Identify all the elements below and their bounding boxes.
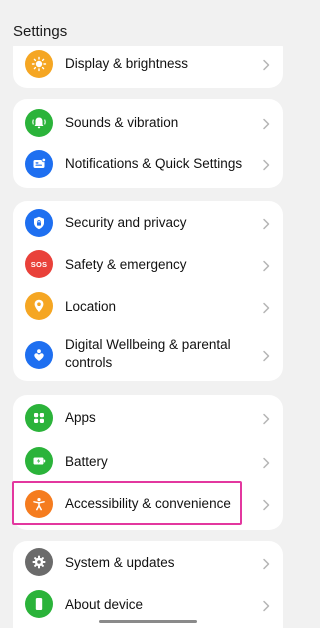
settings-card-sound-notifications: Sounds & vibration Notifications & Quick…: [13, 99, 283, 188]
sun-icon: [25, 50, 53, 78]
settings-item-label: Safety & emergency: [65, 257, 187, 272]
sos-badge-text: SOS: [30, 259, 48, 269]
settings-item-location[interactable]: Location: [13, 285, 283, 329]
settings-item-accessibility[interactable]: Accessibility & convenience: [13, 483, 283, 530]
apps-grid-icon: [25, 404, 53, 432]
settings-item-label: Battery: [65, 454, 108, 469]
settings-item-apps[interactable]: Apps: [13, 395, 283, 440]
chevron-right-icon: [261, 599, 271, 612]
accessibility-icon: [25, 490, 53, 518]
chevron-right-icon: [261, 349, 271, 362]
settings-card-privacy: Security and privacy SOS Safety & emerge…: [13, 201, 283, 381]
settings-item-battery[interactable]: Battery: [13, 440, 283, 483]
settings-item-label: Notifications & Quick Settings: [65, 156, 243, 171]
notification-icon: [25, 150, 53, 178]
settings-item-label: Location: [65, 299, 117, 314]
settings-item-safety[interactable]: SOS Safety & emergency: [13, 244, 283, 285]
header: Settings: [0, 0, 296, 46]
phone-icon: [25, 590, 53, 618]
sos-icon: SOS: [25, 250, 53, 278]
chevron-right-icon: [261, 412, 271, 425]
chevron-right-icon: [261, 58, 271, 71]
chevron-right-icon: [261, 557, 271, 570]
settings-item-label: Display & brightness: [65, 56, 189, 71]
chevron-right-icon: [261, 456, 271, 469]
settings-item-notifications[interactable]: Notifications & Quick Settings: [13, 144, 283, 188]
battery-icon: [25, 447, 53, 475]
bell-icon: [25, 109, 53, 137]
settings-item-security[interactable]: Security and privacy: [13, 201, 283, 244]
page-title: Settings: [13, 23, 68, 40]
settings-item-label: Sounds & vibration: [65, 115, 179, 130]
location-pin-icon: [25, 292, 53, 320]
settings-card-apps: Apps Battery Accessibility & convenience: [13, 395, 283, 530]
settings-item-label: About device: [65, 597, 144, 612]
shield-icon: [25, 209, 53, 237]
settings-item-label: Digital Wellbeing & parental controls: [65, 337, 231, 370]
chevron-right-icon: [261, 158, 271, 171]
chevron-right-icon: [261, 217, 271, 230]
chevron-right-icon: [261, 259, 271, 272]
settings-item-label: Security and privacy: [65, 215, 187, 230]
settings-item-wellbeing[interactable]: Digital Wellbeing & parental controls: [13, 329, 283, 381]
gear-icon: [25, 548, 53, 576]
settings-item-label: Accessibility & convenience: [65, 496, 231, 511]
settings-item-system[interactable]: System & updates: [13, 541, 283, 584]
home-indicator[interactable]: [99, 620, 197, 623]
chevron-right-icon: [261, 498, 271, 511]
settings-item-label: Apps: [65, 410, 96, 425]
settings-item-sounds[interactable]: Sounds & vibration: [13, 99, 283, 144]
chevron-right-icon: [261, 117, 271, 130]
settings-item-label: System & updates: [65, 555, 175, 570]
settings-card-system: System & updates About device: [13, 541, 283, 628]
chevron-right-icon: [261, 301, 271, 314]
heart-person-icon: [25, 341, 53, 369]
